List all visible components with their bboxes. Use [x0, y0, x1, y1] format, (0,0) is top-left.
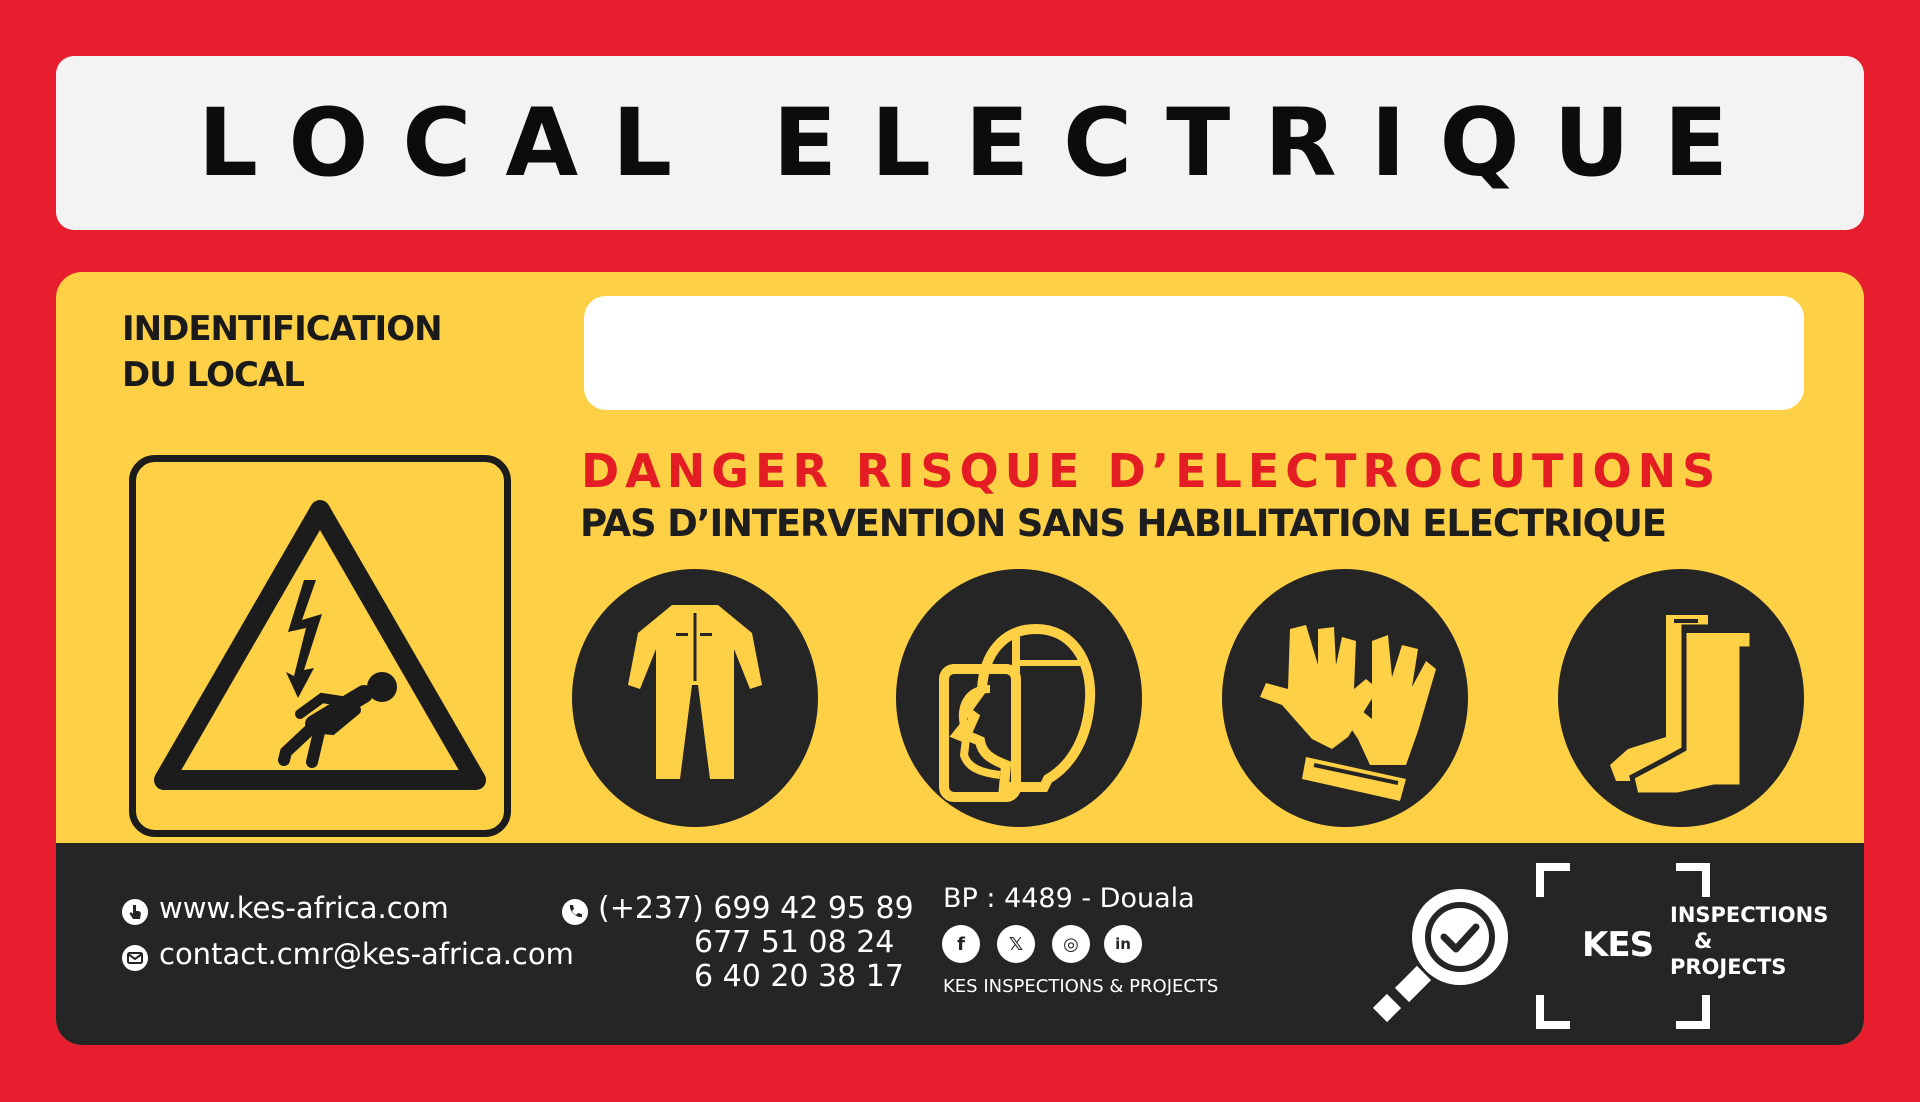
pointer-hand-icon [122, 899, 148, 925]
magnifier-check-icon [1372, 889, 1508, 1023]
boots-icon [1558, 569, 1804, 827]
website-link[interactable]: www.kes-africa.com [159, 891, 449, 925]
instagram-icon[interactable]: ◎ [1052, 925, 1090, 963]
logo-line3: PROJECTS [1670, 955, 1787, 979]
phone-number-2[interactable]: 677 51 08 24 [694, 925, 894, 960]
identification-label: INDENTIFICATION DU LOCAL [122, 306, 443, 398]
kes-logo: KES [1536, 863, 1710, 1029]
electric-shock-warning-icon [154, 500, 486, 790]
gloves-icon [1222, 569, 1468, 827]
company-name: KES INSPECTIONS & PROJECTS [943, 976, 1219, 997]
habilitation-text: PAS D’INTERVENTION SANS HABILITATION ELE… [580, 502, 1667, 545]
email-link[interactable]: contact.cmr@kes-africa.com [159, 937, 574, 971]
title-banner: LOCAL ELECTRIQUE [56, 56, 1864, 230]
sign-title: LOCAL ELECTRIQUE [197, 88, 1763, 198]
x-twitter-icon[interactable]: 𝕏 [997, 925, 1035, 963]
face-shield-icon [896, 569, 1142, 827]
identification-field [584, 296, 1804, 410]
facebook-icon[interactable]: f [942, 925, 980, 963]
phone-icon [562, 899, 588, 925]
phone-number-3[interactable]: 6 40 20 38 17 [694, 959, 904, 994]
footer: www.kes-africa.com contact.cmr@kes-afric… [56, 843, 1864, 1045]
phone-number-1[interactable]: (+237) 699 42 95 89 [598, 891, 914, 926]
sign-page: LOCAL ELECTRIQUE INDENTIFICATION DU LOCA… [0, 0, 1920, 1102]
coverall-icon [572, 569, 818, 827]
linkedin-icon[interactable]: in [1104, 925, 1142, 963]
postal-address: BP : 4489 - Douala [943, 883, 1195, 914]
danger-text: DANGER RISQUE D’ELECTROCUTIONS [581, 444, 1722, 498]
warning-sign-frame [129, 455, 511, 837]
logo-line1: INSPECTIONS [1670, 903, 1829, 927]
logo-line2: & [1694, 929, 1713, 953]
main-panel: INDENTIFICATION DU LOCAL DANGER RISQUE D… [56, 272, 1864, 1045]
mail-icon [122, 945, 148, 971]
logo-kes-text: KES [1582, 925, 1654, 965]
identification-label-line2: DU LOCAL [122, 355, 305, 395]
identification-label-line1: INDENTIFICATION [122, 309, 443, 349]
